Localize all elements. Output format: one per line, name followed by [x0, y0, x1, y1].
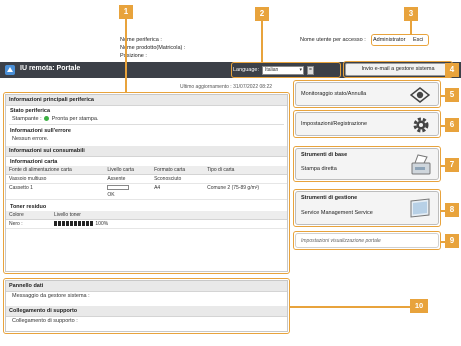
highlight-frame-5 [293, 80, 441, 108]
highlight-frame-10 [3, 278, 290, 334]
last-updated-text: Ultimo aggiornamento : 31/07/2022 08:22 [180, 84, 273, 90]
highlight-frame-3 [371, 34, 429, 46]
highlight-frame-2 [231, 62, 341, 78]
highlight-frame-7 [293, 146, 441, 182]
callout-badge: 8 [445, 203, 459, 217]
callout-badge: 2 [255, 7, 269, 21]
callout-badge: 6 [445, 118, 459, 132]
callout-badge: 10 [410, 299, 428, 313]
location-label: Posizione : [120, 53, 147, 59]
highlight-frame-6 [293, 110, 441, 138]
highlight-frame-1 [3, 92, 290, 274]
callout-badge: 3 [404, 7, 418, 21]
callout-badge: 5 [445, 88, 459, 102]
login-user-label: Nome utente per accesso : [300, 37, 366, 43]
remote-ui-logo-icon [5, 65, 15, 75]
device-info: Nome periferica : Nome prodotto(Matricol… [120, 36, 185, 60]
device-name-label: Nome periferica : [120, 37, 162, 43]
product-name-label: Nome prodotto(Matricola) : [120, 45, 186, 51]
highlight-frame-9 [293, 231, 441, 250]
callout-badge: 7 [445, 158, 459, 172]
callout-badge: 9 [445, 234, 459, 248]
highlight-frame-4 [343, 61, 453, 78]
callout-badge: 4 [445, 63, 459, 77]
page-title: IU remota: Portale [20, 65, 81, 72]
highlight-frame-8 [293, 189, 441, 227]
callout-badge: 1 [119, 5, 133, 19]
